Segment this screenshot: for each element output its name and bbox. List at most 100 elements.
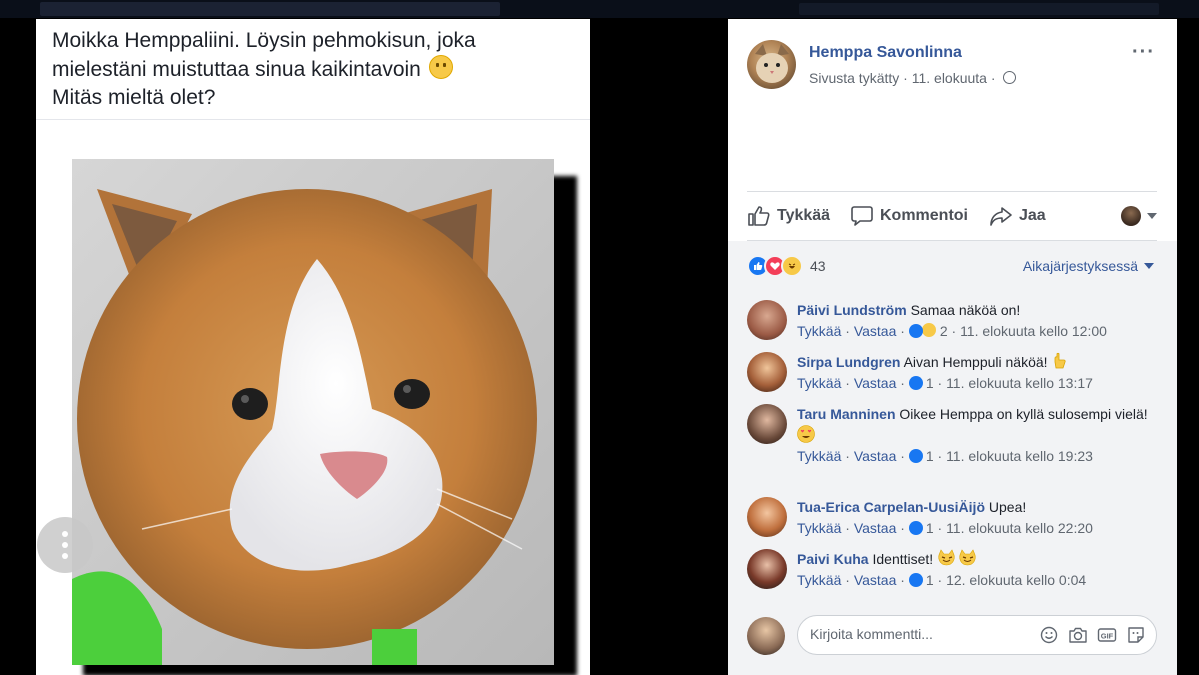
comment-actions: Tykkää · Vastaa · 1 · 11. elokuuta kello… [797,375,1093,391]
post-text-line-3: Mitäs mieltä olet? [52,86,216,109]
comment-reaction-count[interactable]: 2 [940,323,948,339]
comment-like-link[interactable]: Tykkää [797,520,841,536]
svg-text:GIF: GIF [1101,632,1114,641]
comment-like-link[interactable]: Tykkää [797,572,841,588]
comment-reply-link[interactable]: Vastaa [854,375,897,391]
comment-text: Oikee Hemppa on kyllä sulosempi vielä! [899,406,1148,422]
comment-body: Paivi Kuha Identtiset! Tykkää · Vastaa ·… [797,549,1162,591]
comment-like-link[interactable]: Tykkää [797,375,841,391]
post-text: Moikka Hemppaliini. Löysin pehmokisun, j… [36,19,590,119]
composer-tools: GIF [1039,625,1146,645]
comment-input-placeholder: Kirjoita kommentti... [810,626,933,642]
comment-actions: Tykkää · Vastaa · 1 · 11. elokuuta kello… [797,520,1093,536]
emoji-picker-icon[interactable] [1039,625,1059,645]
comment-label: Kommentoi [880,207,968,224]
comment-text: Aivan Hemppuli näköä! [903,354,1048,370]
commenter-name[interactable]: Paivi Kuha [797,551,869,567]
comment-timestamp[interactable]: 12. elokuuta kello 0:04 [946,572,1086,588]
comment-reply-link[interactable]: Vastaa [854,323,897,339]
post-divider [36,119,590,120]
comment-body: Päivi Lundström Samaa näköä on! Tykkää ·… [797,300,1162,342]
comment-reply-link[interactable]: Vastaa [854,520,897,536]
comment-actions: Tykkää · Vastaa · 2 · 11. elokuuta kello… [797,322,1107,339]
plush-cat-photo[interactable] [72,159,554,665]
like-reaction-icon [908,449,923,463]
comment-like-link[interactable]: Tykkää [797,448,841,464]
photo-area [36,121,590,675]
comment-text: Upea! [988,499,1027,515]
page-avatar[interactable] [747,40,796,89]
like-button[interactable]: Tykkää [747,192,830,240]
pointing-hand-emoji-icon [1055,352,1067,369]
comment-reply-link[interactable]: Vastaa [854,572,897,588]
comment-text: Samaa näköä on! [910,302,1021,318]
comment-reaction-count[interactable]: 1 [926,572,934,588]
user-mini-avatar [1121,206,1141,226]
current-user-avatar[interactable] [747,617,785,655]
comment-timestamp[interactable]: 11. elokuuta kello 12:00 [960,323,1107,339]
globe-icon [1003,71,1017,84]
comment-body: Sirpa Lundgren Aivan Hemppuli näköä! Tyk… [797,352,1162,394]
like-reaction-icon [908,376,923,390]
commenter-name[interactable]: Taru Manninen [797,406,896,422]
page-name-link[interactable]: Hemppa Savonlinna [809,44,962,62]
comment-body: Taru Manninen Oikee Hemppa on kyllä sulo… [797,404,1162,467]
comment-reply-link[interactable]: Vastaa [854,448,897,464]
commenter-avatar[interactable] [747,497,787,537]
comment-reaction-count[interactable]: 1 [926,520,934,536]
post-as-selector[interactable] [1121,206,1157,226]
reactions-summary[interactable]: 43 [747,255,826,277]
gif-icon[interactable]: GIF [1097,625,1117,645]
comment-like-link[interactable]: Tykkää [797,323,841,339]
commenter-avatar[interactable] [747,352,787,392]
nav-icons-faded [799,3,1159,15]
comment-composer: Kirjoita kommentti... GIF [747,615,1167,657]
more-options-button[interactable] [37,517,93,573]
comment-text: Identtiset! [872,551,934,567]
post-text-line-2: mielestäni muistuttaa sinua kaikintavoin [52,58,421,81]
post-options-icon[interactable]: ··· [1132,41,1155,64]
share-button[interactable]: Jaa [989,192,1046,240]
dot-icon [62,542,68,548]
page-liked-label: Sivusta tykätty [809,70,900,86]
post-date-link[interactable]: 11. elokuuta [912,70,987,86]
heart-eyes-emoji-icon [797,425,815,443]
comment-timestamp[interactable]: 11. elokuuta kello 19:23 [946,448,1093,464]
post-meta: Sivusta tykätty · 11. elokuuta · [809,70,1017,86]
like-label: Tykkää [777,207,831,224]
chevron-down-icon [1144,263,1154,269]
like-reaction-icon [908,573,923,587]
comment-actions: Tykkää · Vastaa · 1 · 11. elokuuta kello… [797,448,1093,464]
comments-section: 43 Aikajärjestyksessä Päivi Lundström Sa… [728,241,1177,675]
haha-reaction-icon [920,322,937,338]
comment-input[interactable]: Kirjoita kommentti... GIF [797,615,1157,655]
like-reaction-icon [908,521,923,535]
camera-icon[interactable] [1068,625,1088,645]
post-details-panel: Hemppa Savonlinna Sivusta tykätty · 11. … [728,19,1177,675]
commenter-name[interactable]: Tua-Erica Carpelan-UusiÄijö [797,499,985,515]
sort-label: Aikajärjestyksessä [1022,258,1138,274]
comment-reaction-count[interactable]: 1 [926,448,934,464]
comment-reaction-count[interactable]: 1 [926,375,934,391]
commenter-avatar[interactable] [747,300,787,340]
thumbs-up-icon [748,206,770,226]
post-action-bar: Tykkää Kommentoi Jaa [747,191,1157,241]
comment-timestamp[interactable]: 11. elokuuta kello 13:17 [946,375,1093,391]
comment-button[interactable]: Kommentoi [850,192,968,240]
commenter-avatar[interactable] [747,549,787,589]
commenter-avatar[interactable] [747,404,787,444]
share-label: Jaa [1019,207,1046,224]
commenter-name[interactable]: Päivi Lundström [797,302,907,318]
post-header: Hemppa Savonlinna Sivusta tykätty · 11. … [747,39,1167,99]
comment-icon [851,206,873,226]
cat-avatar-icon [755,44,789,83]
smiling-cat-emoji-icon [938,549,976,566]
comment-sort-dropdown[interactable]: Aikajärjestyksessä [1023,258,1154,274]
plush-cat-illustration [72,159,554,665]
post-media-panel: Moikka Hemppaliini. Löysin pehmokisun, j… [36,19,590,675]
sticker-icon[interactable] [1126,625,1146,645]
comment-timestamp[interactable]: 11. elokuuta kello 22:20 [946,520,1093,536]
commenter-name[interactable]: Sirpa Lundgren [797,354,900,370]
search-bar-faded [40,2,500,16]
chevron-down-icon [1147,213,1157,219]
